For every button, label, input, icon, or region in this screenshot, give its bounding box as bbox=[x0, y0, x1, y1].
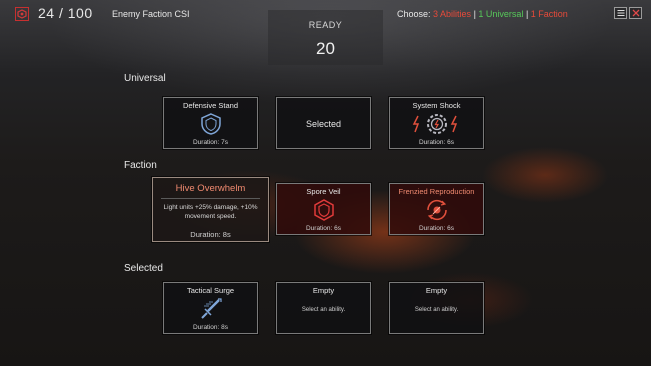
empty-slot-hint: Select an ability. bbox=[301, 307, 346, 313]
choose-requirements: Choose: 3 Abilities | 1 Universal | 1 Fa… bbox=[397, 9, 568, 19]
close-button[interactable] bbox=[629, 7, 642, 19]
unit-counter: 24 / 100 bbox=[38, 5, 93, 21]
ability-card-selected-slot[interactable]: Selected bbox=[276, 97, 371, 149]
close-icon bbox=[632, 9, 639, 17]
sword-icon bbox=[200, 298, 222, 319]
choose-separator: | bbox=[523, 9, 531, 19]
ability-title: Frenzied Reproduction bbox=[398, 187, 475, 196]
section-universal-heading: Universal bbox=[124, 73, 166, 84]
ability-duration: Duration: 6s bbox=[418, 225, 455, 232]
ability-card-hive-overwhelm[interactable]: Hive Overwhelm Light units +25% damage, … bbox=[152, 177, 269, 242]
ability-card-system-shock[interactable]: System Shock Duration: 6s bbox=[389, 97, 484, 149]
selected-slot-label: Selected bbox=[305, 119, 342, 129]
choose-universal: 1 Universal bbox=[478, 9, 524, 19]
ability-card-defensive-stand[interactable]: Defensive Stand Duration: 7s bbox=[163, 97, 258, 149]
ability-duration: Duration: 8s bbox=[190, 230, 231, 239]
menu-button[interactable] bbox=[614, 7, 627, 19]
ability-card-frenzied-reproduction[interactable]: Frenzied Reproduction Duration: 6s bbox=[389, 183, 484, 235]
selected-card-tactical-surge[interactable]: Tactical Surge Duration: 8s bbox=[163, 282, 258, 334]
ready-panel: READY 20 bbox=[268, 10, 383, 65]
ability-title: Tactical Surge bbox=[186, 286, 235, 295]
ability-title: System Shock bbox=[412, 101, 461, 110]
ability-duration: Duration: 8s bbox=[192, 324, 229, 331]
choose-prefix: Choose: bbox=[397, 9, 434, 19]
selected-card-empty[interactable]: Empty Select an ability. bbox=[276, 282, 371, 334]
ability-description: Light units +25% damage, +10% movement s… bbox=[163, 204, 258, 220]
ability-title: Spore Veil bbox=[306, 187, 341, 196]
choose-faction: 1 Faction bbox=[530, 9, 568, 19]
gear-lightning-icon bbox=[412, 114, 457, 134]
selected-card-empty[interactable]: Empty Select an ability. bbox=[389, 282, 484, 334]
ability-duration: Duration: 6s bbox=[305, 225, 342, 232]
section-faction-heading: Faction bbox=[124, 160, 157, 171]
hex-shield-icon bbox=[313, 199, 334, 221]
ability-title: Defensive Stand bbox=[182, 101, 239, 110]
spawn-icon bbox=[426, 199, 447, 221]
empty-slot-title: Empty bbox=[425, 286, 448, 295]
shield-icon bbox=[200, 113, 221, 135]
ability-duration: Duration: 6s bbox=[418, 139, 455, 146]
menu-icon bbox=[617, 10, 624, 16]
choose-abilities: 3 Abilities bbox=[433, 9, 472, 19]
faction-emblem-icon bbox=[15, 7, 29, 21]
title-divider bbox=[161, 198, 260, 199]
enemy-faction-label: Enemy Faction CSI bbox=[112, 9, 190, 19]
section-selected-heading: Selected bbox=[124, 263, 163, 274]
ability-card-spore-veil[interactable]: Spore Veil Duration: 6s bbox=[276, 183, 371, 235]
ready-countdown: 20 bbox=[316, 39, 335, 58]
empty-slot-title: Empty bbox=[312, 286, 335, 295]
ready-label: READY bbox=[308, 20, 343, 30]
ability-duration: Duration: 7s bbox=[192, 139, 229, 146]
ability-title: Hive Overwhelm bbox=[175, 183, 246, 194]
empty-slot-hint: Select an ability. bbox=[414, 307, 459, 313]
